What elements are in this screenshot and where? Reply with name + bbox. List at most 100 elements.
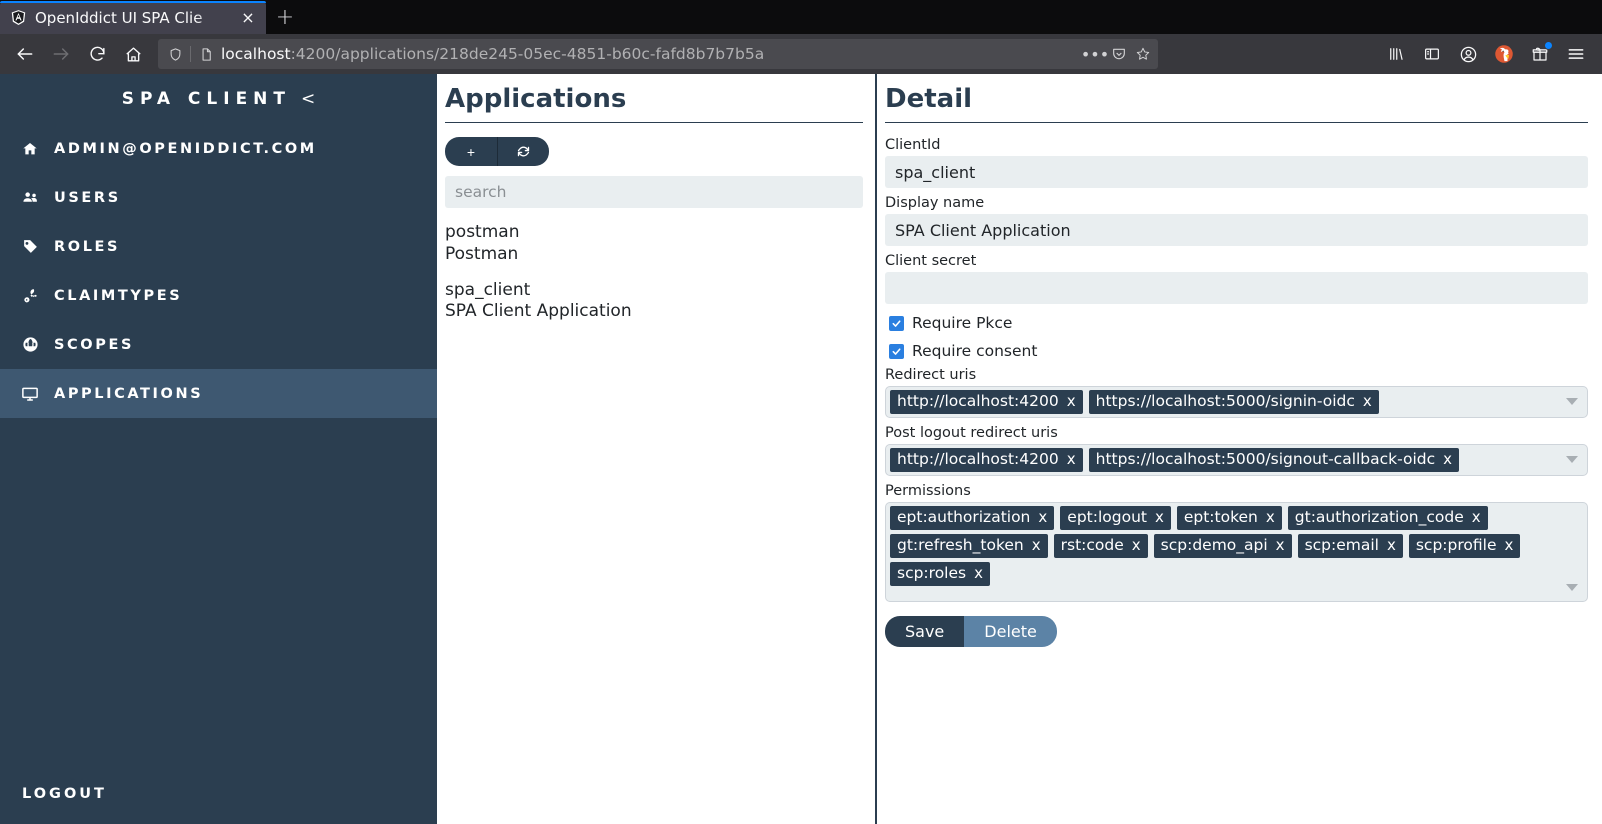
library-icon[interactable] xyxy=(1382,40,1410,68)
brand-title: SPA CLIENT < xyxy=(0,74,437,124)
client-secret-field[interactable] xyxy=(885,272,1588,304)
tag-item[interactable]: scp:roles x xyxy=(890,561,990,586)
title-divider xyxy=(445,122,863,123)
tag-item[interactable]: https://localhost:5000/signin-oidc x xyxy=(1088,390,1379,414)
post-logout-redirect-uris-label: Post logout redirect uris xyxy=(885,424,1058,441)
sidebar-item-label: ROLES xyxy=(54,238,121,255)
applications-list-panel: Applications + postman Postman spa_clien… xyxy=(437,74,877,824)
post-logout-redirect-uris-field[interactable]: http://localhost:4200 x https://localhos… xyxy=(885,443,1588,476)
list-item[interactable]: postman Postman xyxy=(445,222,863,266)
tag-item[interactable]: gt:refresh_token x xyxy=(890,533,1048,558)
remove-tag-icon[interactable]: x xyxy=(1067,391,1076,411)
list-item-client-id: spa_client xyxy=(445,279,531,300)
tag-icon xyxy=(20,238,40,255)
remove-tag-icon[interactable]: x xyxy=(1504,535,1513,555)
url-text[interactable]: localhost:4200/applications/218de245-05e… xyxy=(221,45,1080,63)
page-actions-icon[interactable]: ••• xyxy=(1081,45,1109,64)
tag-label: scp:profile xyxy=(1415,535,1497,554)
tag-item[interactable]: scp:profile x xyxy=(1408,533,1521,558)
tag-item[interactable]: ept:token x xyxy=(1176,505,1282,530)
sidebar-item-roles[interactable]: ROLES xyxy=(0,222,437,271)
bookmark-star-icon[interactable] xyxy=(1134,45,1152,63)
shield-icon[interactable] xyxy=(166,45,184,63)
remove-tag-icon[interactable]: x xyxy=(1387,535,1396,555)
tag-label: https://localhost:5000/signin-oidc xyxy=(1095,392,1355,410)
detail-title: Detail xyxy=(885,84,973,114)
client-id-field[interactable] xyxy=(885,156,1588,188)
reload-icon[interactable] xyxy=(80,38,114,70)
browser-window: OpenIddict UI SPA Clie × + localhost:420… xyxy=(0,0,1602,824)
require-pkce-checkbox[interactable] xyxy=(889,315,904,331)
remove-tag-icon[interactable]: x xyxy=(1038,507,1047,527)
sidebar-item-admin-email[interactable]: ADMIN@OPENIDDICT.COM xyxy=(0,124,437,173)
new-tab-button[interactable]: + xyxy=(266,1,304,34)
tag-item[interactable]: ept:authorization x xyxy=(890,505,1055,530)
save-button[interactable]: Save xyxy=(885,615,965,647)
tag-item[interactable]: http://localhost:4200 x xyxy=(890,390,1083,414)
application-detail-panel: Detail ClientId Display name Client secr… xyxy=(877,74,1602,824)
account-icon[interactable] xyxy=(1454,40,1482,68)
list-toolbar: + xyxy=(445,137,863,166)
sidebar-item-applications[interactable]: APPLICATIONS xyxy=(0,369,437,418)
delete-button[interactable]: Delete xyxy=(964,615,1057,647)
url-bar-actions: ••• xyxy=(1081,45,1152,64)
navigation-toolbar: localhost:4200/applications/218de245-05e… xyxy=(0,34,1602,74)
remove-tag-icon[interactable]: x xyxy=(1266,507,1275,527)
remove-tag-icon[interactable]: x xyxy=(1155,507,1164,527)
pocket-icon[interactable] xyxy=(1110,45,1128,63)
display-name-field[interactable] xyxy=(885,214,1588,246)
add-application-button[interactable]: + xyxy=(445,137,497,166)
logout-button[interactable]: LOGOUT xyxy=(0,764,437,824)
gift-icon[interactable] xyxy=(1526,40,1554,68)
client-id-label: ClientId xyxy=(885,137,941,153)
tag-label: https://localhost:5000/signout-callback-… xyxy=(1095,449,1436,468)
remove-tag-icon[interactable]: x xyxy=(1067,449,1076,469)
remove-tag-icon[interactable]: x xyxy=(1363,391,1372,411)
url-bar[interactable]: localhost:4200/applications/218de245-05e… xyxy=(158,39,1158,69)
remove-tag-icon[interactable]: x xyxy=(1472,507,1481,527)
sidebar-item-scopes[interactable]: SCOPES xyxy=(0,320,437,369)
redirect-uris-field[interactable]: http://localhost:4200 x https://localhos… xyxy=(885,386,1588,418)
tag-item[interactable]: ept:logout x xyxy=(1060,505,1171,530)
sidebar-item-users[interactable]: USERS xyxy=(0,173,437,222)
home-icon xyxy=(20,141,40,157)
tag-item[interactable]: https://localhost:5000/signout-callback-… xyxy=(1088,447,1460,472)
page-icon[interactable] xyxy=(197,45,215,63)
require-consent-row[interactable]: Require consent xyxy=(889,342,1588,360)
collapse-sidebar-icon[interactable]: < xyxy=(301,89,315,109)
search-input[interactable] xyxy=(445,176,863,208)
tag-item[interactable]: http://localhost:4200 x xyxy=(890,447,1083,472)
sidebar-icon[interactable] xyxy=(1418,40,1446,68)
detail-actions: Save Delete xyxy=(885,615,1588,647)
chevron-down-icon[interactable] xyxy=(1566,455,1578,463)
tag-label: scp:email xyxy=(1304,535,1379,554)
close-icon[interactable]: × xyxy=(238,8,258,28)
require-consent-label: Require consent xyxy=(912,342,1038,360)
require-consent-checkbox[interactable] xyxy=(889,343,904,359)
tag-item[interactable]: scp:demo_api x xyxy=(1153,533,1292,558)
duckduckgo-icon[interactable] xyxy=(1490,40,1518,68)
require-pkce-row[interactable]: Require Pkce xyxy=(889,314,1588,332)
remove-tag-icon[interactable]: x xyxy=(1443,449,1452,469)
sidebar-item-claimtypes[interactable]: CLAIMTYPES xyxy=(0,271,437,320)
remove-tag-icon[interactable]: x xyxy=(974,563,983,583)
tag-item[interactable]: rst:code x xyxy=(1053,533,1148,558)
menu-icon[interactable] xyxy=(1562,40,1590,68)
chevron-down-icon[interactable] xyxy=(1566,583,1578,591)
refresh-button[interactable] xyxy=(497,137,549,166)
browser-tab[interactable]: OpenIddict UI SPA Clie × xyxy=(0,1,266,34)
tag-item[interactable]: gt:authorization_code x xyxy=(1287,505,1488,530)
forward-icon[interactable] xyxy=(44,38,78,70)
permissions-field[interactable]: ept:authorization x ept:logout x ept:token… xyxy=(885,501,1588,602)
tag-label: gt:authorization_code xyxy=(1294,507,1464,526)
tag-item[interactable]: scp:email x xyxy=(1297,533,1403,558)
home-icon[interactable] xyxy=(116,38,150,70)
remove-tag-icon[interactable]: x xyxy=(1132,535,1141,555)
remove-tag-icon[interactable]: x xyxy=(1276,535,1285,555)
list-item[interactable]: spa_client SPA Client Application xyxy=(445,280,863,324)
globe-icon xyxy=(20,336,40,353)
back-icon[interactable] xyxy=(8,38,42,70)
remove-tag-icon[interactable]: x xyxy=(1032,535,1041,555)
chevron-down-icon[interactable] xyxy=(1566,398,1578,405)
